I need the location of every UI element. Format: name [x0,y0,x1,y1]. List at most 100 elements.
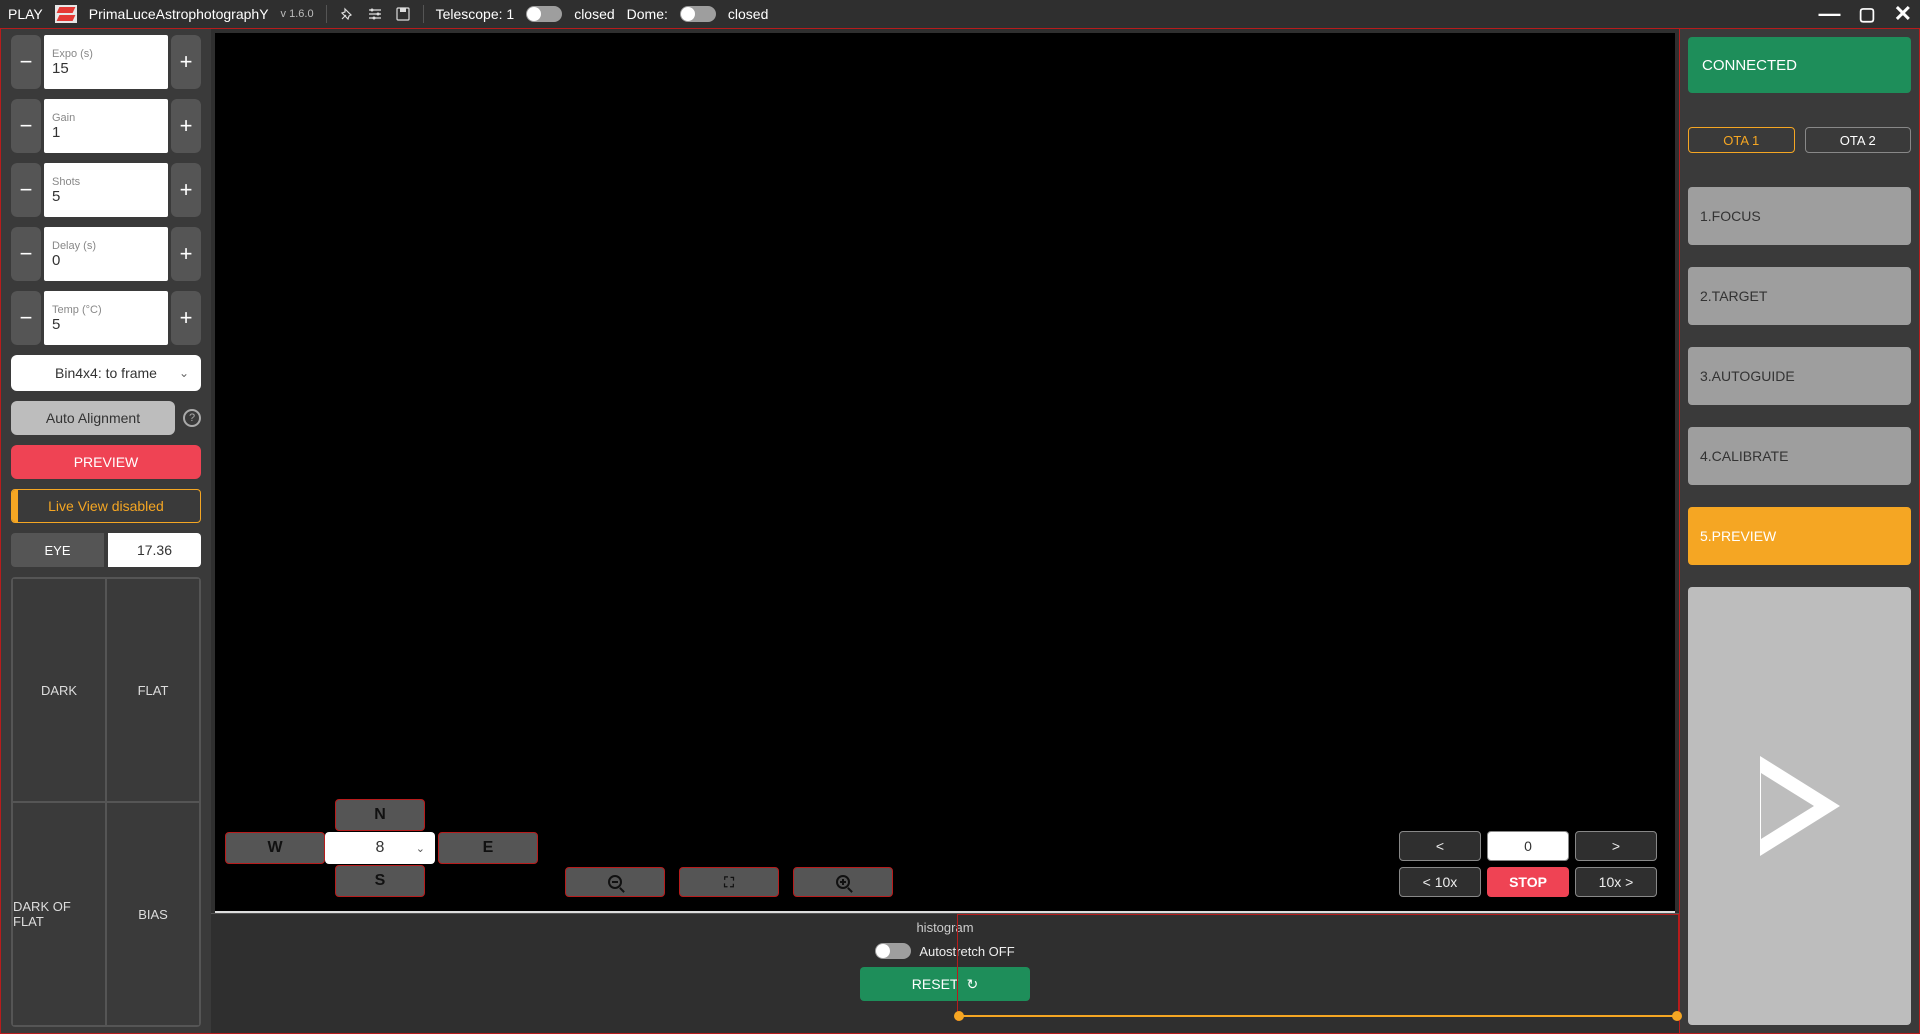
zoom-out-button[interactable] [565,867,665,897]
shots-row: − Shots 5 + [11,163,201,217]
expo-input[interactable]: Expo (s) 15 [44,35,168,89]
expo-value: 15 [52,60,160,77]
shots-value: 5 [52,188,160,205]
west-label: W [267,839,282,857]
rot-value[interactable]: 0 [1487,831,1569,861]
ota1-tab[interactable]: OTA 1 [1688,127,1795,153]
temp-plus-button[interactable]: + [171,291,201,345]
gain-minus-button[interactable]: − [11,99,41,153]
help-icon[interactable]: ? [183,409,201,427]
delay-label: Delay (s) [52,240,160,252]
rot-r10-label: 10x > [1599,874,1634,890]
app-version: v 1.6.0 [281,8,314,20]
rotator-group: < 0 > < 10x STOP 10x > [1399,831,1657,897]
temp-label: Temp (°C) [52,304,160,316]
reset-label: RESET [912,976,959,992]
speed-value: 8 [376,839,385,857]
bias-button[interactable]: BIAS [106,802,200,1026]
ota2-tab[interactable]: OTA 2 [1805,127,1912,153]
delay-minus-button[interactable]: − [11,227,41,281]
temp-minus-button[interactable]: − [11,291,41,345]
south-label: S [375,872,386,890]
frame-grid: DARK FLAT DARK OF FLAT BIAS [11,577,201,1027]
flat-button[interactable]: FLAT [106,578,200,802]
delay-plus-button[interactable]: + [171,227,201,281]
east-button[interactable]: E [438,832,538,864]
minimize-button[interactable]: — [1819,1,1841,27]
dark-of-flat-button[interactable]: DARK OF FLAT [12,802,106,1026]
east-label: E [483,839,494,857]
preview-button[interactable]: PREVIEW [11,445,201,479]
rot-stop-button[interactable]: STOP [1487,867,1569,897]
shots-label: Shots [52,176,160,188]
step-calibrate-label: 4.CALIBRATE [1700,448,1788,464]
north-label: N [374,806,386,824]
settings-icon[interactable] [367,6,383,22]
step-target-label: 2.TARGET [1700,288,1767,304]
maximize-button[interactable]: ▢ [1859,4,1876,25]
go-button[interactable] [1688,587,1911,1025]
image-viewport[interactable]: N W 8⌄ E S ⛶ < 0 > < 10x STOP 10x > [215,33,1675,913]
histogram-slider[interactable] [958,1011,1678,1021]
gain-input[interactable]: Gain 1 [44,99,168,153]
binning-select[interactable]: Bin4x4: to frame ⌄ [11,355,201,391]
app-logo-icon [55,5,77,23]
delay-input[interactable]: Delay (s) 0 [44,227,168,281]
rot-left-button[interactable]: < [1399,831,1481,861]
live-view-button[interactable]: Live View disabled [11,489,201,523]
titlebar: PLAY PrimaLuceAstrophotographY v 1.6.0 T… [0,0,1920,28]
autostretch-toggle[interactable] [875,943,911,959]
zoom-group: ⛶ [565,867,893,897]
dome-toggle[interactable] [680,6,716,22]
zoom-in-icon [836,875,850,889]
shots-plus-button[interactable]: + [171,163,201,217]
chevron-down-icon: ⌄ [416,842,425,855]
dome-label: Dome: [627,6,668,22]
temp-input[interactable]: Temp (°C) 5 [44,291,168,345]
rot-left-10x-button[interactable]: < 10x [1399,867,1481,897]
connected-label: CONNECTED [1702,57,1797,74]
step-focus-button[interactable]: 1.FOCUS [1688,187,1911,245]
step-calibrate-button[interactable]: 4.CALIBRATE [1688,427,1911,485]
connected-button[interactable]: CONNECTED [1688,37,1911,93]
step-target-button[interactable]: 2.TARGET [1688,267,1911,325]
zoom-fit-button[interactable]: ⛶ [679,867,779,897]
west-button[interactable]: W [225,832,325,864]
zoom-in-button[interactable] [793,867,893,897]
shots-input[interactable]: Shots 5 [44,163,168,217]
telescope-toggle[interactable] [526,6,562,22]
expo-minus-button[interactable]: − [11,35,41,89]
eye-label: EYE [11,533,104,567]
expo-row: − Expo (s) 15 + [11,35,201,89]
divider [423,5,424,23]
auto-alignment-button[interactable]: Auto Alignment [11,401,175,435]
rot-right-10x-button[interactable]: 10x > [1575,867,1657,897]
pin-icon[interactable] [339,6,355,22]
ota2-label: OTA 2 [1840,133,1876,148]
dark-button[interactable]: DARK [12,578,106,802]
app-name: PrimaLuceAstrophotographY [89,6,269,22]
dark-label: DARK [41,683,77,698]
direction-pad: N W 8⌄ E S [225,797,545,897]
binning-value: Bin4x4: to frame [55,365,157,381]
slider-handle-left[interactable] [954,1011,964,1021]
speed-select[interactable]: 8⌄ [325,832,435,864]
close-button[interactable]: ✕ [1894,1,1912,27]
step-preview-button[interactable]: 5.PREVIEW [1688,507,1911,565]
histogram-display [957,914,1679,1021]
expo-plus-button[interactable]: + [171,35,201,89]
north-button[interactable]: N [335,799,425,831]
temp-row: − Temp (°C) 5 + [11,291,201,345]
rot-right-button[interactable]: > [1575,831,1657,861]
flat-label: FLAT [138,683,169,698]
shots-minus-button[interactable]: − [11,163,41,217]
rot-left-label: < [1436,838,1444,854]
step-preview-label: 5.PREVIEW [1700,528,1776,544]
slider-handle-right[interactable] [1672,1011,1682,1021]
eye-value: 17.36 [108,533,201,567]
gain-plus-button[interactable]: + [171,99,201,153]
south-button[interactable]: S [335,865,425,897]
rot-l10-label: < 10x [1423,874,1458,890]
save-icon[interactable] [395,6,411,22]
step-autoguide-button[interactable]: 3.AUTOGUIDE [1688,347,1911,405]
